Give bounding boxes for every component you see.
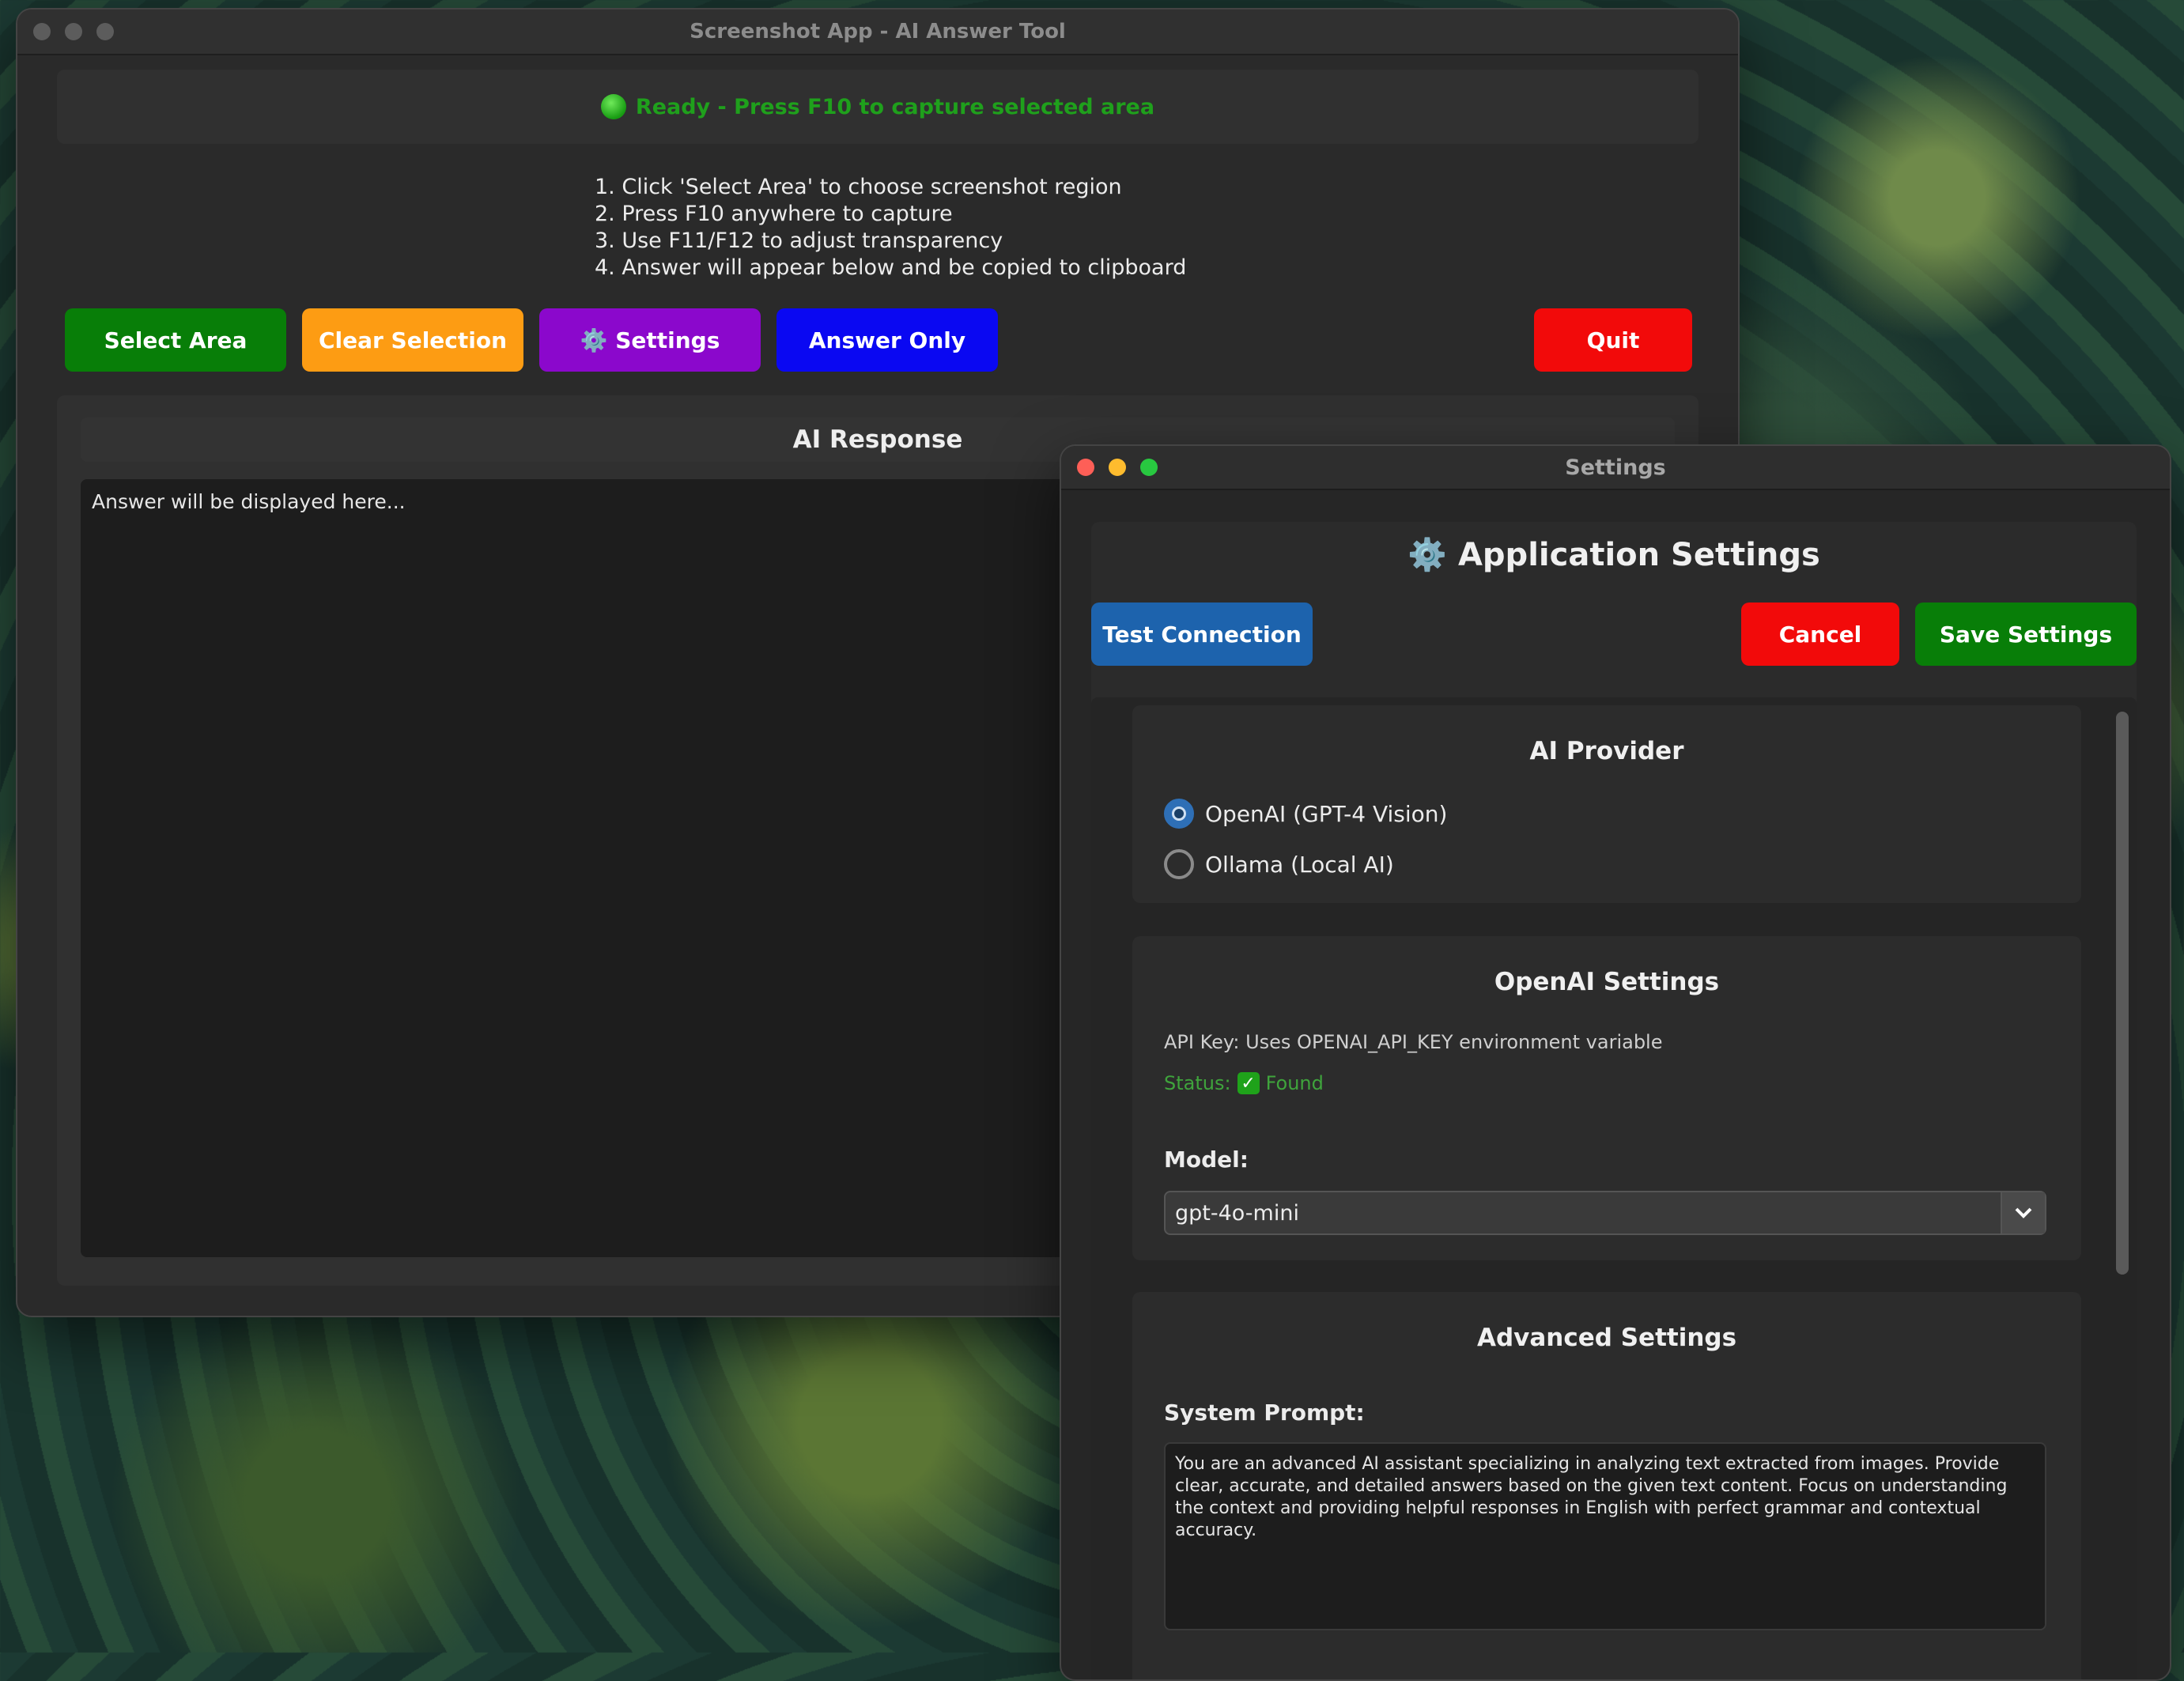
status-bar: Ready - Press F10 to capture selected ar… bbox=[57, 70, 1698, 144]
settings-scroll-area[interactable]: AI Provider OpenAI (GPT-4 Vision) Ollama… bbox=[1091, 697, 2137, 1679]
api-key-status: Status: ✓ Found bbox=[1164, 1072, 1324, 1094]
window-controls bbox=[33, 9, 114, 54]
system-prompt-textarea[interactable]: You are an advanced AI assistant special… bbox=[1164, 1442, 2046, 1630]
openai-settings-section: OpenAI Settings API Key: Uses OPENAI_API… bbox=[1132, 936, 2081, 1260]
minimize-window-button[interactable] bbox=[1109, 459, 1126, 476]
api-key-note: API Key: Uses OPENAI_API_KEY environment… bbox=[1164, 1031, 1663, 1053]
status-value: Found bbox=[1265, 1072, 1324, 1094]
settings-heading: ⚙️ Application Settings bbox=[1091, 536, 2137, 574]
response-text: Answer will be displayed here... bbox=[92, 490, 406, 513]
minimize-window-button[interactable] bbox=[65, 23, 82, 40]
system-prompt-label: System Prompt: bbox=[1164, 1400, 1365, 1426]
settings-button[interactable]: ⚙️ Settings bbox=[539, 308, 761, 372]
save-settings-button[interactable]: Save Settings bbox=[1915, 603, 2137, 666]
zoom-window-button[interactable] bbox=[96, 23, 114, 40]
advanced-settings-title: Advanced Settings bbox=[1476, 1324, 1737, 1352]
radio-selected-icon[interactable] bbox=[1164, 799, 1194, 829]
settings-window-title: Settings bbox=[1565, 455, 1666, 480]
check-icon: ✓ bbox=[1237, 1072, 1260, 1094]
instruction-item: 2. Press F10 anywhere to capture bbox=[595, 202, 953, 226]
chevron-down-icon[interactable] bbox=[2001, 1192, 2045, 1233]
status-indicator-icon bbox=[600, 94, 626, 119]
status-text: Ready - Press F10 to capture selected ar… bbox=[635, 94, 1155, 119]
settings-titlebar[interactable]: Settings bbox=[1061, 446, 2170, 490]
window-controls bbox=[1077, 446, 1158, 489]
settings-heading-text: Application Settings bbox=[1457, 536, 1820, 573]
window-title: Screenshot App - AI Answer Tool bbox=[690, 20, 1066, 43]
radio-option-openai[interactable]: OpenAI (GPT-4 Vision) bbox=[1164, 799, 1447, 829]
status-label: Status: bbox=[1164, 1072, 1231, 1094]
clear-selection-button[interactable]: Clear Selection bbox=[302, 308, 523, 372]
instructions-list: 1. Click 'Select Area' to choose screens… bbox=[595, 174, 1186, 281]
advanced-settings-section: Advanced Settings System Prompt: You are… bbox=[1132, 1292, 2081, 1679]
instruction-item: 3. Use F11/F12 to adjust transparency bbox=[595, 229, 1003, 253]
main-titlebar[interactable]: Screenshot App - AI Answer Tool bbox=[17, 9, 1738, 55]
settings-window: Settings ⚙️ Application Settings Test Co… bbox=[1060, 444, 2171, 1681]
instruction-item: 1. Click 'Select Area' to choose screens… bbox=[595, 175, 1122, 199]
ai-provider-title: AI Provider bbox=[1529, 737, 1684, 765]
radio-option-ollama[interactable]: Ollama (Local AI) bbox=[1164, 849, 1394, 879]
select-area-button[interactable]: Select Area bbox=[65, 308, 286, 372]
test-connection-button[interactable]: Test Connection bbox=[1091, 603, 1313, 666]
radio-unselected-icon[interactable] bbox=[1164, 849, 1194, 879]
zoom-window-button[interactable] bbox=[1140, 459, 1158, 476]
instruction-item: 4. Answer will appear below and be copie… bbox=[595, 255, 1187, 280]
openai-settings-title: OpenAI Settings bbox=[1494, 968, 1720, 996]
gear-icon: ⚙️ bbox=[1408, 537, 1447, 573]
radio-label: OpenAI (GPT-4 Vision) bbox=[1205, 800, 1448, 827]
answer-only-button[interactable]: Answer Only bbox=[776, 308, 998, 372]
ai-provider-section: AI Provider OpenAI (GPT-4 Vision) Ollama… bbox=[1132, 705, 2081, 903]
radio-label: Ollama (Local AI) bbox=[1205, 851, 1394, 878]
quit-button[interactable]: Quit bbox=[1534, 308, 1692, 372]
cancel-button[interactable]: Cancel bbox=[1741, 603, 1899, 666]
model-label: Model: bbox=[1164, 1146, 1249, 1173]
close-window-button[interactable] bbox=[33, 23, 51, 40]
model-select-value: gpt-4o-mini bbox=[1175, 1200, 1299, 1226]
model-select[interactable]: gpt-4o-mini bbox=[1164, 1191, 2046, 1235]
scrollbar-thumb[interactable] bbox=[2116, 712, 2129, 1275]
settings-content: ⚙️ Application Settings Test Connection … bbox=[1091, 522, 2137, 1679]
close-window-button[interactable] bbox=[1077, 459, 1094, 476]
